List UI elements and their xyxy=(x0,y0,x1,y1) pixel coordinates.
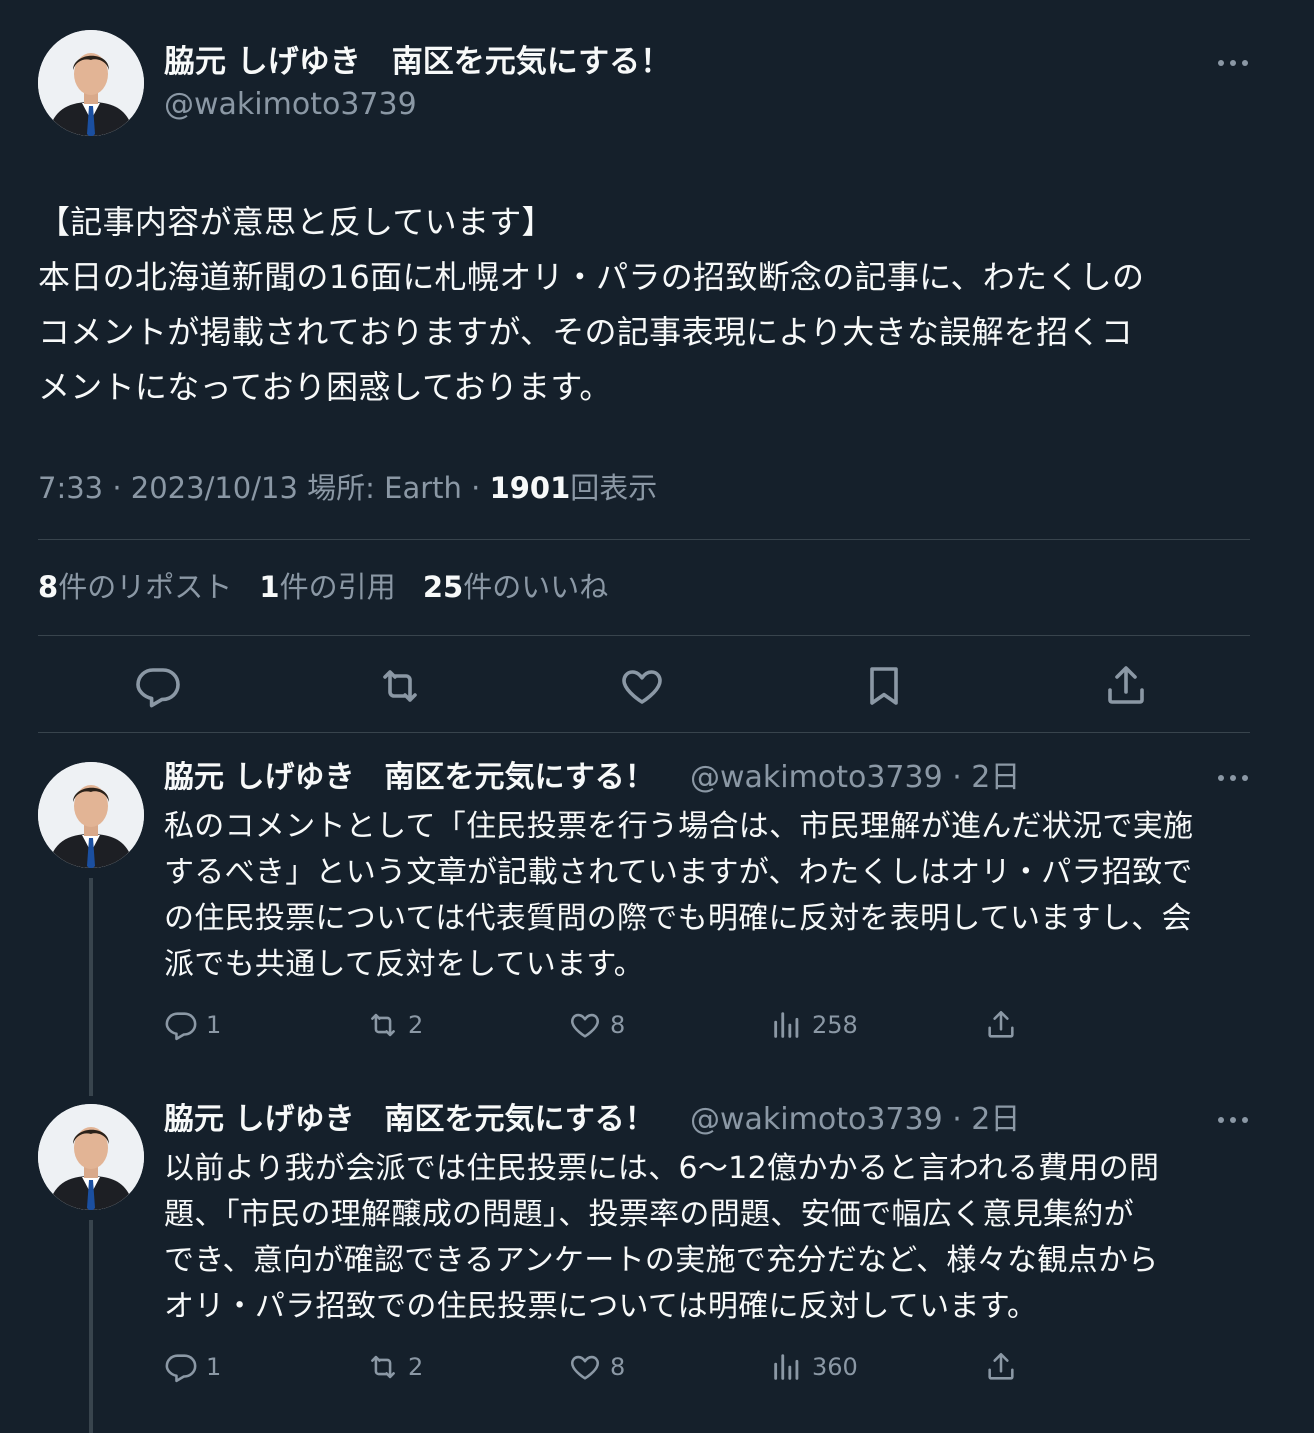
views-icon xyxy=(774,1012,799,1038)
more-options-icon[interactable] xyxy=(1213,1108,1253,1132)
reply-text-line: 派でも共通して反対をしています。 xyxy=(164,947,644,982)
views-label: 回表示 xyxy=(570,471,658,505)
engagement-stats: 8件のリポスト 1件の引用 25件のいいね xyxy=(38,566,626,608)
avatar[interactable] xyxy=(38,30,144,136)
share-button[interactable] xyxy=(1102,662,1150,710)
reply-text-line: 以前より我が会派では住民投票には、6〜12億かかると言われる費用の問 xyxy=(164,1151,1160,1186)
reply-text-line: するべき」という文章が記載されていますが、わたくしはオリ・パラ招致で xyxy=(164,855,1193,890)
bookmark-button[interactable] xyxy=(860,662,908,710)
separator: · xyxy=(112,471,122,505)
tweet-detail-page: 脇元 しげゆき 南区を元気にする！ @wakimoto3739 【記事内容が意思… xyxy=(0,0,1314,1433)
thread-line xyxy=(89,878,93,1096)
quotes-stat[interactable]: 1件の引用 xyxy=(259,570,395,604)
reply-text: 私のコメントとして「住民投票を行う場合は、市民理解が進んだ状況で実施 するべき」… xyxy=(164,804,1254,988)
reply-handle-time[interactable]: @wakimoto3739 · 2日 xyxy=(690,1098,1020,1142)
reply-icon xyxy=(165,1012,197,1041)
tweet-date[interactable]: 2023/10/13 xyxy=(131,471,298,505)
views-button[interactable]: 360 xyxy=(770,1349,858,1385)
tweet-text: 【記事内容が意思と反しています】 本日の北海道新聞の16面に札幌オリ・パラの招致… xyxy=(38,195,1268,415)
reply-text-line: の住民投票については代表質問の際でも明確に反対を表明していますし、会 xyxy=(164,901,1192,936)
like-icon xyxy=(571,1013,599,1038)
reply-text-line: オリ・パラ招致での住民投票については明確に反対しています。 xyxy=(164,1289,1038,1324)
author-handle[interactable]: @wakimoto3739 xyxy=(164,84,417,126)
share-button[interactable] xyxy=(984,1007,1026,1043)
avatar[interactable] xyxy=(38,762,144,868)
tweet-text-line: 本日の北海道新聞の16面に札幌オリ・パラの招致断念の記事に、わたくしの xyxy=(38,258,1145,296)
repost-count: 2 xyxy=(408,1353,424,1381)
repost-count: 2 xyxy=(408,1011,424,1039)
reply-text: 以前より我が会派では住民投票には、6〜12億かかると言われる費用の問 題、「市民… xyxy=(164,1146,1254,1330)
share-icon xyxy=(988,1010,1014,1038)
reply-author-name[interactable]: 脇元 しげゆき 南区を元気にする！ xyxy=(164,1098,655,1142)
reply-icon xyxy=(136,668,180,708)
tweet-text-line: 【記事内容が意思と反しています】 xyxy=(38,203,554,241)
views-count: 360 xyxy=(812,1353,858,1381)
like-button[interactable]: 8 xyxy=(568,1349,625,1385)
views-icon xyxy=(774,1354,799,1380)
repost-button[interactable]: 2 xyxy=(366,1349,423,1385)
separator: · xyxy=(471,471,481,505)
likes-label: 件のいいね xyxy=(463,570,609,604)
share-button[interactable] xyxy=(984,1349,1026,1385)
reply-button[interactable]: 1 xyxy=(164,1007,221,1043)
like-icon xyxy=(622,670,662,704)
views-count: 258 xyxy=(812,1011,858,1039)
reposts-count: 8 xyxy=(38,570,59,604)
likes-count: 25 xyxy=(422,570,464,604)
thread-line xyxy=(89,1220,93,1433)
divider xyxy=(38,539,1250,540)
reply-text-line: でき、意向が確認できるアンケートの実施で充分だなど、様々な観点から xyxy=(164,1243,1159,1278)
repost-button[interactable]: 2 xyxy=(366,1007,423,1043)
reply-icon xyxy=(165,1354,197,1383)
views-button[interactable]: 258 xyxy=(770,1007,858,1043)
reply-author-name[interactable]: 脇元 しげゆき 南区を元気にする！ xyxy=(164,756,655,800)
tweet-meta: 7:33 · 2023/10/13 場所: Earth · 1901回表示 xyxy=(38,467,657,509)
bookmark-icon xyxy=(870,667,898,705)
likes-stat[interactable]: 25件のいいね xyxy=(423,570,608,604)
tweet-text-line: メントになっており困惑しております。 xyxy=(38,368,612,406)
views-count: 1901 xyxy=(489,471,571,505)
quotes-count: 1 xyxy=(259,570,280,604)
repost-button[interactable] xyxy=(376,662,424,710)
avatar-image xyxy=(38,1104,144,1210)
tweet-time[interactable]: 7:33 xyxy=(38,471,103,505)
divider xyxy=(38,732,1250,733)
reply-button[interactable] xyxy=(134,662,182,710)
reply-count: 1 xyxy=(206,1353,222,1381)
reply-text-line: 題、「市民の理解醸成の問題」、投票率の問題、安価で幅広く意見集約が xyxy=(164,1197,1134,1232)
more-options-icon[interactable] xyxy=(1213,51,1253,75)
avatar[interactable] xyxy=(38,1104,144,1210)
share-icon xyxy=(1108,666,1144,704)
tweet-location: 場所: Earth xyxy=(307,471,462,505)
repost-icon xyxy=(383,670,417,702)
divider xyxy=(38,635,1250,636)
reply-count: 1 xyxy=(206,1011,222,1039)
repost-icon xyxy=(371,1355,395,1379)
reply-button[interactable]: 1 xyxy=(164,1349,221,1385)
avatar-image xyxy=(38,762,144,868)
avatar-image xyxy=(38,30,144,136)
reply-text-line: 私のコメントとして「住民投票を行う場合は、市民理解が進んだ状況で実施 xyxy=(164,809,1194,844)
share-icon xyxy=(988,1352,1014,1380)
like-icon xyxy=(571,1355,599,1380)
like-button[interactable] xyxy=(618,662,666,710)
like-button[interactable]: 8 xyxy=(568,1007,625,1043)
more-options-icon[interactable] xyxy=(1213,766,1253,790)
reposts-label: 件のリポスト xyxy=(58,570,233,604)
reply-handle-time[interactable]: @wakimoto3739 · 2日 xyxy=(690,756,1020,800)
quotes-label: 件の引用 xyxy=(279,570,396,604)
repost-icon xyxy=(371,1013,395,1037)
reposts-stat[interactable]: 8件のリポスト xyxy=(38,570,232,604)
author-name[interactable]: 脇元 しげゆき 南区を元気にする！ xyxy=(164,40,671,84)
tweet-text-line: コメントが掲載されておりますが、その記事表現により大きな誤解を招くコ xyxy=(38,313,1134,351)
like-count: 8 xyxy=(610,1011,626,1039)
like-count: 8 xyxy=(610,1353,626,1381)
